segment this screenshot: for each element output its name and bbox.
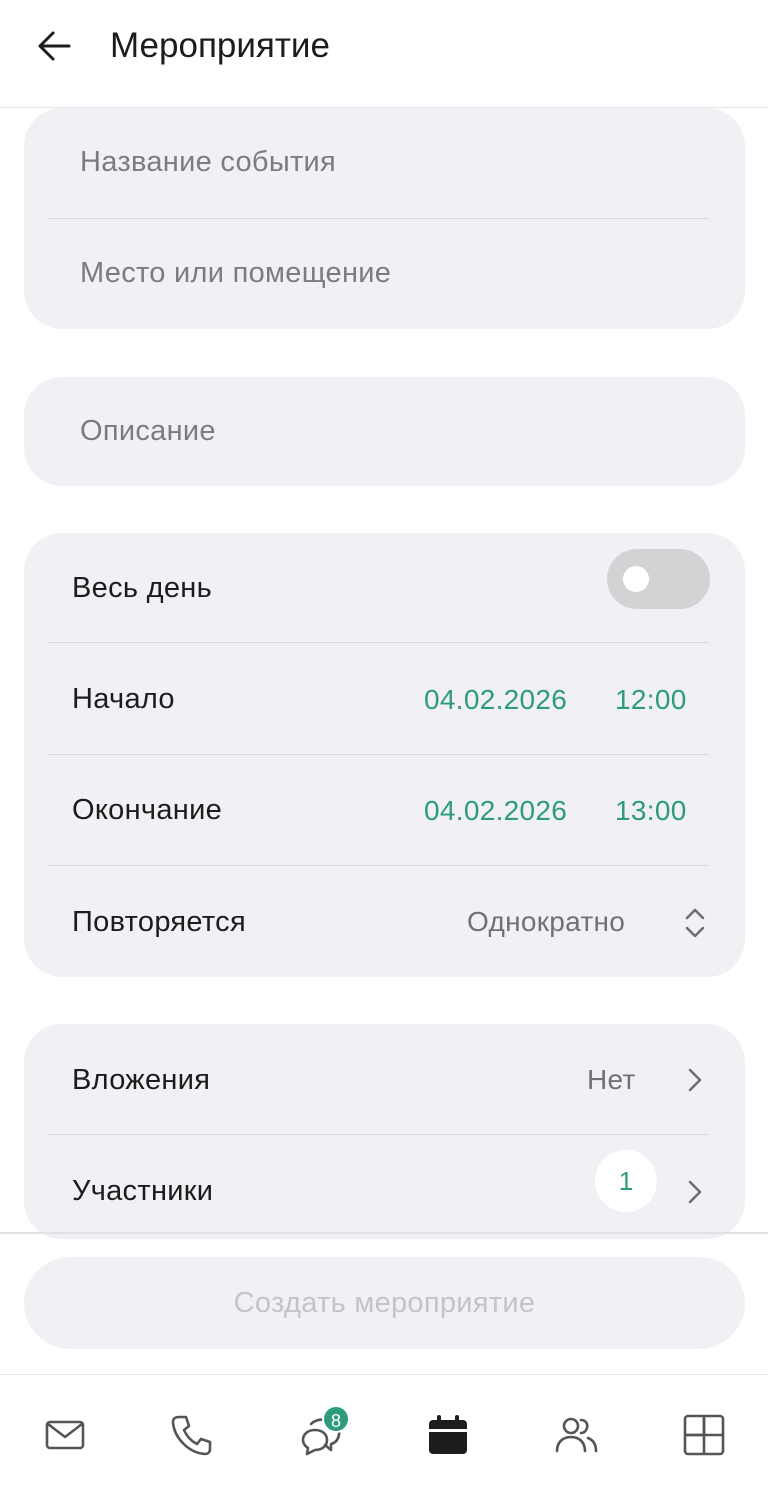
contacts-icon [555, 1417, 598, 1453]
participants-label: Участники [72, 1175, 214, 1207]
chevron-right-icon[interactable] [681, 1172, 709, 1212]
attachments-value: Нет [587, 1064, 636, 1095]
tab-apps[interactable] [672, 1403, 736, 1467]
tab-mail[interactable] [33, 1403, 97, 1467]
page-title: Мероприятие [110, 26, 330, 65]
mail-icon [45, 1420, 85, 1450]
description-card: Описание [24, 377, 745, 486]
event-name-input[interactable]: Название события [80, 146, 336, 179]
arrow-left-icon [38, 31, 71, 61]
repeat-label: Повторяется [72, 906, 246, 938]
tab-chats[interactable]: 8 [288, 1403, 352, 1467]
bottom-navigation: 8 [0, 1375, 768, 1505]
chevron-up-down-icon[interactable] [681, 903, 709, 943]
all-day-label: Весь день [72, 572, 213, 604]
extras-card: Вложения Нет Участники 1 [24, 1024, 745, 1239]
top-app-bar: Мероприятие [0, 0, 768, 108]
phone-icon [171, 1415, 212, 1456]
divider [47, 754, 709, 755]
divider [47, 1134, 709, 1135]
calendar-icon [429, 1415, 467, 1454]
divider [47, 642, 709, 643]
start-time-value[interactable]: 12:00 [615, 684, 687, 716]
title-place-card: Название события Место или помещение [24, 108, 745, 329]
tab-calendar[interactable] [416, 1403, 480, 1467]
attachments-label: Вложения [72, 1064, 211, 1096]
tab-calls[interactable] [160, 1403, 224, 1467]
chat-unread-badge: 8 [322, 1405, 350, 1433]
start-date-value[interactable]: 04.02.2026 [424, 684, 567, 716]
apps-icon [683, 1414, 725, 1456]
start-label: Начало [72, 683, 175, 715]
end-date-value[interactable]: 04.02.2026 [424, 795, 567, 827]
divider [47, 218, 709, 219]
event-create-screen: Мероприятие Название события Место или п… [0, 0, 768, 1505]
back-button[interactable] [30, 22, 78, 70]
description-input[interactable]: Описание [80, 415, 216, 448]
schedule-card: Весь день Начало 04.02.2026 12:00 Оконча… [24, 533, 745, 977]
chevron-right-icon[interactable] [681, 1060, 709, 1100]
all-day-toggle[interactable] [607, 549, 710, 609]
end-label: Окончание [72, 794, 222, 826]
participants-count-badge: 1 [595, 1150, 657, 1212]
place-input[interactable]: Место или помещение [80, 257, 391, 290]
content-divider [0, 1232, 768, 1234]
tab-contacts[interactable] [544, 1403, 608, 1467]
divider [47, 865, 709, 866]
end-time-value[interactable]: 13:00 [615, 795, 687, 827]
toggle-knob [623, 566, 649, 592]
create-event-button[interactable]: Создать мероприятие [24, 1257, 745, 1349]
repeat-value[interactable]: Однократно [467, 906, 625, 938]
